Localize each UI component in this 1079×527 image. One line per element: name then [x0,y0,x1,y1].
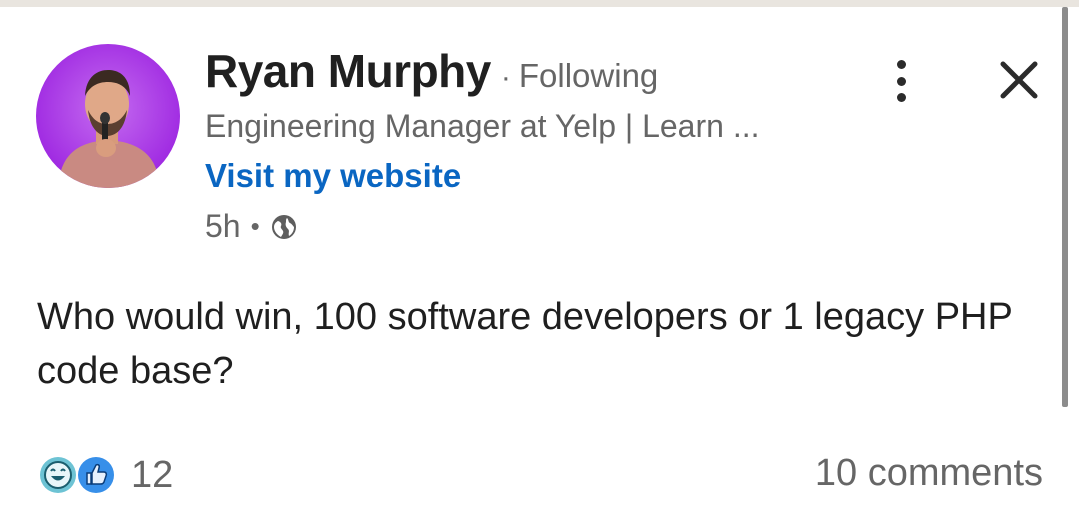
author-headline: Engineering Manager at Yelp | Learn ... [205,108,760,144]
avatar[interactable] [36,44,180,188]
reaction-count: 12 [131,453,174,496]
reaction-icons [37,452,121,498]
visit-website-link[interactable]: Visit my website [205,157,461,195]
close-icon[interactable] [996,57,1042,103]
follow-status: Following [518,57,659,94]
comments-count-link[interactable]: 10 comments [815,452,1043,495]
more-dot [896,93,906,102]
post-body: Who would win, 100 software developers o… [37,296,1013,392]
more-vertical-icon[interactable] [878,56,924,106]
reactions-summary[interactable]: 12 [37,452,173,498]
celebrate-icon [37,454,79,496]
author-line: Ryan Murphy · Following [205,44,658,104]
meta-separator: • [250,210,260,241]
name-separator: · [500,61,511,94]
author-name[interactable]: Ryan Murphy [205,44,491,98]
top-edge-strip [0,0,1079,7]
more-dot [896,60,906,69]
globe-icon [270,212,298,240]
post-time: 5h [205,207,241,244]
more-dot [896,76,906,86]
post-meta: 5h • [205,206,298,246]
like-icon [75,454,117,496]
scrollbar[interactable] [1062,7,1068,407]
